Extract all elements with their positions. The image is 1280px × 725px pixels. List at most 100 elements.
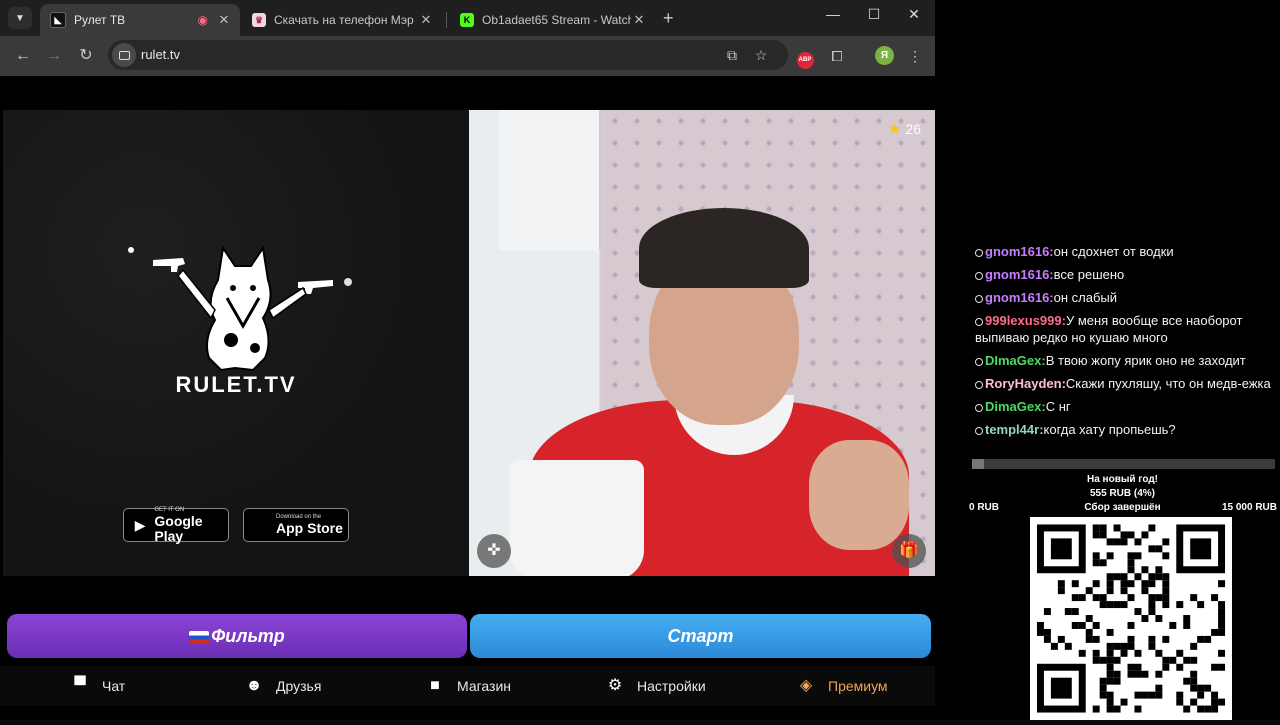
tab-title: Скачать на телефон Мэр Кинг [274,13,418,27]
rulet-favicon-icon: ◣ [50,12,66,28]
partner-video[interactable]: ★ 26 ✜ 🎁 [469,110,935,576]
nav-friends[interactable]: ☻ Друзья [244,676,322,696]
user-badge-icon [975,380,983,389]
minimize-icon[interactable]: — [813,6,853,28]
chat-nick: templ44r: [985,422,1044,437]
nav-friends-label: Друзья [276,678,322,694]
tab-title: Рулет ТВ [74,13,126,27]
gamepad-icon[interactable]: ✜ [477,534,511,568]
user-badge-icon [975,271,983,280]
nav-premium[interactable]: ◈ Премиум [796,676,888,696]
kick-favicon-icon: K [460,13,474,27]
star-count-value: 26 [905,121,921,137]
back-arrow-icon[interactable]: ← [12,45,34,67]
chat-text: В твою жопу ярик оно не заходит [1045,353,1246,368]
chat-bubble-icon: ▀ [74,677,86,694]
chat-message: templ44r:когда хату пропьешь? [975,421,1275,438]
close-icon[interactable]: ✕ [631,12,647,28]
kebab-menu-icon[interactable]: ⋮ [905,46,925,66]
nav-shop-label: Магазин [457,678,512,694]
rulet-cat-logo-icon [128,245,352,372]
filter-button[interactable]: Фильтр [7,614,467,658]
site-info-icon[interactable] [112,43,136,67]
chat-text: когда хату пропьешь? [1043,422,1176,437]
tab-strip: ▼ ◣ Рулет ТВ ◉ ✕ ♛ Скачать на телефон Мэ… [0,0,935,36]
smiley-icon: ☻ [245,677,263,694]
bottom-navigation: ▀ Чат ☻ Друзья ■ Магазин ⚙ Настройки ◈ П… [0,666,935,706]
browser-window: ▼ ◣ Рулет ТВ ◉ ✕ ♛ Скачать на телефон Мэ… [0,0,935,720]
nav-settings-label: Настройки [637,678,706,694]
qr-code-image [1036,524,1226,713]
donation-goal-fill [972,459,985,469]
tab-download[interactable]: ♛ Скачать на телефон Мэр Кинг ✕ [242,4,442,36]
chat-message: gnom1616:он слабый [975,289,1275,306]
star-rating: ★ 26 [887,119,921,139]
tab-kick-stream[interactable]: K Ob1adaet65 Stream - Watch Li ✕ [450,4,655,36]
start-button[interactable]: Старт [470,614,931,658]
browser-toolbar: ← → ↻ rulet.tv ⧉ ☆ ABP ⧠ Я ⋮ [0,36,935,76]
donation-goal-title: На новый год! [1086,474,1158,485]
chat-nick: DImaGex: [985,353,1046,368]
chevron-down-icon: ▼ [15,12,25,24]
chat-text: он сдохнет от водки [1053,244,1174,259]
chat-message: 999lexus999:У меня вообще все наоборот в… [975,312,1275,346]
bookmark-star-icon[interactable]: ☆ [751,45,771,65]
close-window-icon[interactable]: ✕ [894,6,934,28]
google-play-button[interactable]: ▶ GET IT ON Google Play [123,507,229,543]
google-play-icon: ▶ [134,517,146,533]
shopping-bag-icon: ■ [430,677,440,694]
extensions-puzzle-icon[interactable]: ⧠ [827,46,847,66]
close-icon[interactable]: ✕ [216,12,232,28]
profile-avatar[interactable]: Я [875,46,894,65]
russia-flag-icon [189,630,210,644]
nav-chat[interactable]: ▀ Чат [70,676,125,696]
tab-rulet[interactable]: ◣ Рулет ТВ ◉ ✕ [40,4,240,36]
chat-text: все решено [1053,267,1125,282]
filter-label: Фильтр [211,626,285,646]
rulet-logo-text: RULET.TV [175,372,297,397]
maximize-icon[interactable]: ☐ [854,6,894,28]
donation-qr-code [1030,517,1232,720]
recording-icon: ◉ [197,13,208,27]
chat-message: RoryHayden:Скажи пухляшу, что он медв-еж… [975,375,1275,392]
close-icon[interactable]: ✕ [418,12,434,28]
page-content: RULET.TV ▶ GET IT ON Google Play Downloa… [0,76,935,720]
video-kitchen-cabinet [499,110,602,250]
gift-icon[interactable]: 🎁 [892,534,926,568]
apple-icon [252,516,270,534]
price-tag-icon: ◈ [799,677,813,694]
nav-settings[interactable]: ⚙ Настройки [605,676,706,696]
nav-chat-label: Чат [102,678,126,694]
tab-search-button[interactable]: ▼ [8,7,32,29]
adblock-extension-icon[interactable]: ABP [795,46,815,69]
chat-text: он слабый [1053,290,1118,305]
user-badge-icon [975,403,983,412]
chat-nick: DimaGex: [985,399,1046,414]
tab-title: Ob1adaet65 Stream - Watch Li [482,13,631,27]
new-tab-plus-icon[interactable]: + [663,8,674,29]
chat-message: gnom1616:все решено [975,266,1275,283]
donation-goal-max: 15 000 RUB [1221,502,1277,513]
cast-icon[interactable]: ⧉ [722,45,742,65]
chat-nick: 999lexus999: [985,313,1066,328]
user-badge-icon [975,294,983,303]
star-icon: ★ [887,121,902,138]
stream-overlay: gnom1616:он сдохнет от водки gnom1616:вс… [935,0,1280,720]
reload-icon[interactable]: ↻ [75,45,97,67]
user-badge-icon [975,357,983,366]
chat-nick: gnom1616: [985,267,1054,282]
user-badge-icon [975,426,983,435]
chat-message: DimaGex:С нг [975,398,1275,415]
url-text[interactable]: rulet.tv [141,47,180,62]
address-bar[interactable]: rulet.tv ⧉ ☆ [108,40,788,70]
app-store-label: App Store [276,520,343,536]
video-mug [509,460,644,576]
donation-goal-amount: 555 RUB (4%) [1089,488,1156,499]
chat-text: С нг [1045,399,1071,414]
forward-arrow-icon[interactable]: → [43,45,65,67]
nav-shop[interactable]: ■ Магазин [425,676,511,696]
app-store-button[interactable]: Download on the App Store [243,508,349,542]
gear-icon: ⚙ [607,677,623,694]
chat-nick: RoryHayden: [985,376,1066,391]
chat-nick: gnom1616: [985,290,1054,305]
